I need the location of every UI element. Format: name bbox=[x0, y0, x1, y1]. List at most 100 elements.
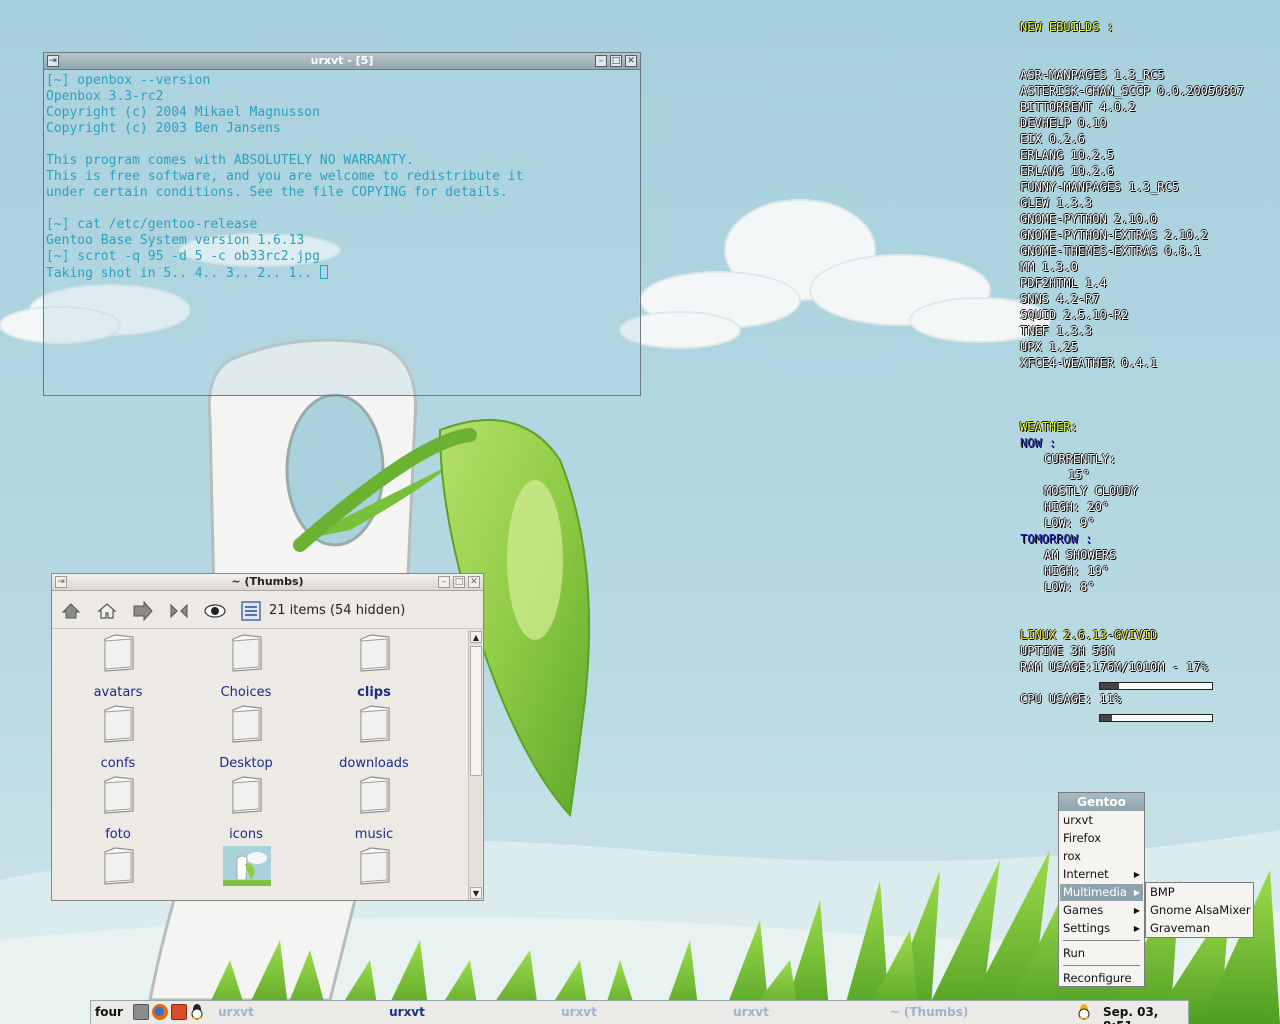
clock[interactable]: Sep. 03, 8:51 bbox=[1103, 1005, 1188, 1024]
weather-currently-label: CURRENTLY: bbox=[1044, 452, 1117, 466]
task-urxvt[interactable]: urxvt bbox=[161, 1005, 311, 1019]
folder-item[interactable]: icons bbox=[182, 772, 310, 842]
terminal-body[interactable]: [~] openbox --version Openbox 3.3-rc2 Co… bbox=[44, 70, 640, 395]
menu-item-urxvt[interactable]: urxvt bbox=[1060, 812, 1143, 829]
conky-spacer bbox=[1020, 371, 1280, 387]
folder-item[interactable] bbox=[310, 843, 438, 900]
folder-item[interactable] bbox=[182, 843, 310, 900]
uptime: UPTIME 3H 58M bbox=[1020, 644, 1114, 658]
cpu-usage-bar bbox=[1099, 714, 1213, 722]
details-view-icon[interactable] bbox=[240, 600, 262, 622]
conky-spacer bbox=[1020, 403, 1280, 419]
folder-item[interactable]: Desktop bbox=[182, 701, 310, 771]
menu-item-multimedia[interactable]: Multimedia ▶ bbox=[1060, 884, 1143, 901]
ebuild-entry: XFCE4-WEATHER 0.4.1 bbox=[1020, 356, 1158, 370]
folder-item[interactable]: downloads bbox=[310, 701, 438, 771]
up-directory-icon[interactable] bbox=[60, 600, 82, 622]
menu-item-label: Multimedia bbox=[1063, 885, 1127, 899]
cpu-usage: CPU USAGE: 11% bbox=[1020, 692, 1122, 706]
file-manager-toolbar: 21 items (54 hidden) bbox=[52, 592, 483, 629]
conky-spacer bbox=[1020, 51, 1280, 67]
terminal-prompt-line: Taking shot in 5.. 4.. 3.. 2.. 1.. bbox=[46, 265, 638, 281]
submenu-arrow-icon: ▶ bbox=[1133, 888, 1140, 897]
folder-label: clips bbox=[357, 685, 391, 700]
tray-tux-icon bbox=[1077, 1004, 1091, 1020]
weather-now-high: HIGH: 20° bbox=[1044, 500, 1110, 514]
ebuild-entry: MM 1.3.0 bbox=[1020, 260, 1078, 274]
menu-item-rox[interactable]: rox bbox=[1060, 848, 1143, 865]
folder-item[interactable]: foto bbox=[54, 772, 182, 842]
ebuild-entry: ERLANG 10.2.5 bbox=[1020, 148, 1114, 162]
folder-item[interactable]: confs bbox=[54, 701, 182, 771]
terminal-line: [~] cat /etc/gentoo-release bbox=[46, 217, 258, 232]
weather-now-label: NOW : bbox=[1020, 436, 1057, 450]
submenu-item-alsamixer[interactable]: Gnome AlsaMixer bbox=[1147, 902, 1252, 919]
menu-item-internet[interactable]: Internet ▶ bbox=[1060, 866, 1143, 883]
ram-usage-bar-fill bbox=[1100, 683, 1120, 689]
cpu-usage-bar-fill bbox=[1100, 715, 1113, 721]
task-urxvt-active[interactable]: urxvt bbox=[332, 1005, 482, 1019]
close-button[interactable]: ✕ bbox=[468, 576, 480, 588]
folder-item[interactable]: music bbox=[310, 772, 438, 842]
image-thumbnail-icon bbox=[223, 846, 271, 889]
minimize-button[interactable]: – bbox=[438, 576, 450, 588]
folder-label: confs bbox=[100, 756, 136, 771]
task-thumbs[interactable]: ~ (Thumbs) bbox=[854, 1005, 1004, 1019]
terminal-line: [~] openbox --version bbox=[46, 73, 211, 88]
show-hidden-eye-icon[interactable] bbox=[204, 600, 226, 622]
maximize-button[interactable]: □ bbox=[453, 576, 465, 588]
scrollbar-thumb[interactable] bbox=[470, 646, 482, 776]
scroll-up-icon[interactable]: ▲ bbox=[470, 631, 482, 643]
folder-item[interactable]: avatars bbox=[54, 630, 182, 700]
ebuild-entry: GNOME-PYTHON 2.10.0 bbox=[1020, 212, 1158, 226]
refresh-icon[interactable] bbox=[168, 600, 190, 622]
task-urxvt[interactable]: urxvt bbox=[676, 1005, 826, 1019]
menu-item-firefox[interactable]: Firefox bbox=[1060, 830, 1143, 847]
folder-label: foto bbox=[105, 827, 131, 842]
vertical-scrollbar[interactable]: ▲ ▼ bbox=[468, 630, 482, 900]
ebuild-list: ASR-MANPAGES 1.3_RC5 ASTERISK-CHAN_SCCP 0… bbox=[1020, 67, 1280, 371]
submenu-item-bmp[interactable]: BMP bbox=[1147, 884, 1252, 901]
ebuild-entry: GNOME-THEMES-EXTRAS 0.8.1 bbox=[1020, 244, 1201, 258]
task-urxvt[interactable]: urxvt bbox=[504, 1005, 654, 1019]
file-manager-icon[interactable] bbox=[133, 1004, 149, 1020]
menu-item-games[interactable]: Games ▶ bbox=[1060, 902, 1143, 919]
home-icon[interactable] bbox=[96, 600, 118, 622]
terminal-window[interactable]: ⇥ urxvt - [5] – □ ✕ [~] openbox --versio… bbox=[43, 52, 641, 396]
folder-item[interactable]: clips bbox=[310, 630, 438, 700]
minimize-button[interactable]: – bbox=[595, 55, 607, 67]
kernel-version: LINUX 2.6.13-GVIVID bbox=[1020, 628, 1158, 642]
folder-item[interactable] bbox=[54, 843, 182, 900]
desktop-name[interactable]: four bbox=[95, 1005, 123, 1019]
folder-icon bbox=[102, 704, 136, 747]
terminal-line: Gentoo Base System version 1.6.13 bbox=[46, 233, 305, 248]
folder-label: Desktop bbox=[219, 756, 273, 771]
ebuild-entry: GNOME-PYTHON-EXTRAS 2.10.2 bbox=[1020, 228, 1208, 242]
folder-icon bbox=[358, 775, 392, 818]
ebuild-entry: FUNNY-MANPAGES 1.3_RC5 bbox=[1020, 180, 1179, 194]
file-manager-window[interactable]: ⇥ ~ (Thumbs) – □ ✕ 21 items (54 hidden) … bbox=[51, 573, 484, 901]
file-manager-title: ~ (Thumbs) bbox=[231, 575, 304, 588]
folder-item[interactable]: Choices bbox=[182, 630, 310, 700]
folder-label: icons bbox=[229, 827, 263, 842]
file-grid[interactable]: avatars Choices clips confs Desktop downloads… bbox=[54, 630, 469, 900]
menu-item-label: BMP bbox=[1150, 885, 1175, 899]
submenu-item-graveman[interactable]: Graveman bbox=[1147, 920, 1252, 937]
scroll-down-icon[interactable]: ▼ bbox=[470, 887, 482, 899]
conky-spacer bbox=[1020, 611, 1280, 627]
maximize-button[interactable]: □ bbox=[610, 55, 622, 67]
weather-now-temp: 15° bbox=[1068, 468, 1090, 482]
close-button[interactable]: ✕ bbox=[625, 55, 637, 67]
item-count: 21 items (54 hidden) bbox=[269, 603, 406, 618]
file-manager-titlebar[interactable]: ⇥ ~ (Thumbs) – □ ✕ bbox=[52, 574, 483, 591]
menu-item-reconfigure[interactable]: Reconfigure bbox=[1060, 970, 1143, 987]
weather-tomorrow-label: TOMORROW : bbox=[1020, 532, 1093, 546]
menu-item-run[interactable]: Run bbox=[1060, 945, 1143, 962]
terminal-titlebar[interactable]: ⇥ urxvt - [5] – □ ✕ bbox=[44, 53, 640, 70]
taskbar: four urxvt urxvt urxvt urxvt ~ (Thumbs) … bbox=[90, 1000, 1189, 1024]
forward-icon[interactable] bbox=[132, 600, 154, 622]
folder-label: music bbox=[354, 827, 394, 842]
ebuild-entry: DEVHELP 0.10 bbox=[1020, 116, 1107, 130]
menu-item-settings[interactable]: Settings ▶ bbox=[1060, 920, 1143, 937]
terminal-line: This program comes with ABSOLUTELY NO WA… bbox=[46, 153, 414, 168]
